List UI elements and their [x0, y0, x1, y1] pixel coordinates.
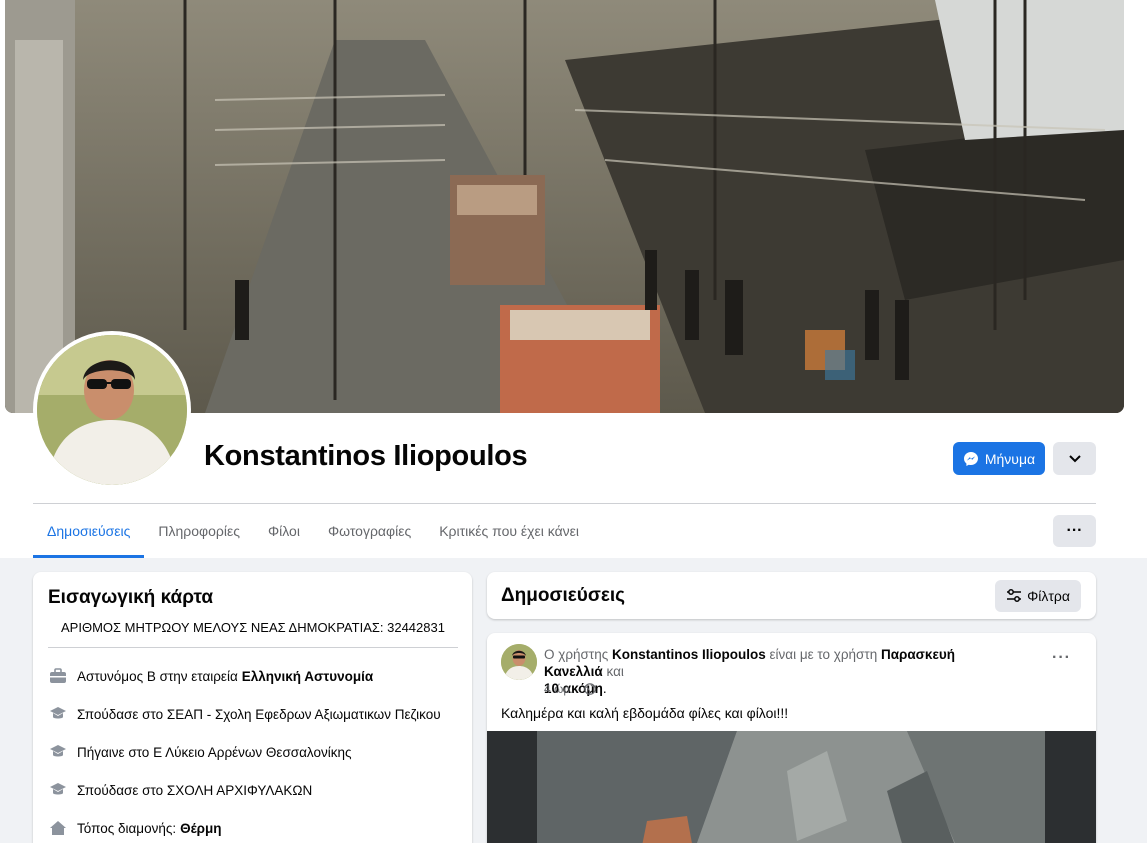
messenger-icon — [963, 451, 978, 466]
intro-title: Εισαγωγική κάρτα — [48, 587, 214, 608]
graduation-cap-icon — [48, 742, 68, 762]
tab-posts[interactable]: Δημοσιεύσεις — [33, 504, 145, 558]
intro-item-residence: Τόπος διαμονής: Θέρμη — [48, 818, 222, 838]
graduation-cap-icon — [48, 704, 68, 724]
intro-card: Εισαγωγική κάρτα ΑΡΙΘΜΟΣ ΜΗΤΡΩΟΥ ΜΕΛΟΥΣ … — [33, 572, 472, 843]
briefcase-icon — [48, 666, 68, 686]
intro-item-text: Σπούδασε στο ΣΧΟΛΗ ΑΡΧΙΦΥΛΑΚΩΝ — [77, 782, 313, 798]
post-body: Καλημέρα και καλή εβδομάδα φίλες και φίλ… — [501, 705, 789, 721]
tab-friends[interactable]: Φίλοι — [254, 504, 314, 558]
posts-title: Δημοσιεύσεις — [501, 585, 626, 606]
post-author-avatar[interactable] — [501, 644, 537, 680]
intro-item-text: Τόπος διαμονής: — [77, 820, 177, 836]
post-with-text: είναι με το χρήστη — [769, 647, 878, 662]
globe-icon — [584, 683, 596, 695]
posts-header: Δημοσιεύσεις Φίλτρα — [487, 572, 1096, 619]
message-button-label: Μήνυμα — [984, 450, 1036, 467]
tab-photos[interactable]: Φωτογραφίες — [314, 504, 425, 558]
profile-tabs: Δημοσιεύσεις Πληροφορίες Φίλοι Φωτογραφί… — [33, 504, 593, 558]
post-timestamp[interactable]: 4 ώρ. · — [544, 682, 581, 696]
post: Ο χρήστης Konstantinos Iliopoulos είναι … — [487, 633, 1096, 843]
intro-item-link[interactable]: Ελληνική Αστυνομία — [242, 669, 373, 684]
intro-item-text: Αστυνόμος Β στην εταιρεία — [77, 668, 238, 684]
filters-button[interactable]: Φίλτρα — [995, 580, 1081, 612]
message-button[interactable]: Μήνυμα — [953, 442, 1045, 475]
post-prefix: Ο χρήστης — [544, 647, 609, 662]
post-author-link[interactable]: Konstantinos Iliopoulos — [612, 647, 766, 662]
intro-item-link[interactable]: Θέρμη — [180, 821, 221, 836]
chevron-down-icon — [1068, 454, 1081, 462]
tab-about[interactable]: Πληροφορίες — [144, 504, 254, 558]
filter-sliders-icon — [1007, 589, 1022, 602]
intro-divider — [48, 647, 458, 648]
cover-photo[interactable] — [5, 0, 1124, 413]
post-and-text: και — [606, 664, 624, 679]
intro-item-work: Αστυνόμος Β στην εταιρεία Ελληνική Αστυν… — [48, 666, 373, 686]
filters-button-label: Φίλτρα — [1027, 588, 1070, 604]
intro-item-education: Σπούδασε στο ΣΧΟΛΗ ΑΡΧΙΦΥΛΑΚΩΝ — [48, 780, 312, 800]
intro-item-education: Πήγαινε στο Ε Λύκειο Αρρένων Θεσσαλονίκη… — [48, 742, 351, 762]
avatar — [37, 335, 187, 485]
home-icon — [48, 818, 68, 838]
profile-header: Konstantinos Iliopoulos Μήνυμα Δημοσιεύσ… — [0, 0, 1147, 558]
post-options-button[interactable]: ··· — [1052, 649, 1071, 667]
profile-avatar[interactable] — [33, 331, 191, 489]
tabs-more-button[interactable]: ··· — [1053, 515, 1096, 547]
intro-item-education: Σπούδασε στο ΣΕΑΠ - Σχολη Εφεδρων Αξιωμα… — [48, 704, 441, 724]
intro-item-text: Σπούδασε στο ΣΕΑΠ - Σχολη Εφεδρων Αξιωμα… — [77, 706, 441, 722]
intro-item-text: Πήγαινε στο Ε Λύκειο Αρρένων Θεσσαλονίκη… — [77, 744, 352, 760]
post-image[interactable] — [487, 731, 1096, 843]
post-meta: 4 ώρ. · — [544, 682, 596, 696]
post-header-text: Ο χρήστης Konstantinos Iliopoulos είναι … — [544, 647, 955, 696]
tab-reviews[interactable]: Κριτικές που έχει κάνει — [425, 504, 593, 558]
profile-name: Konstantinos Iliopoulos — [204, 440, 528, 472]
profile-options-button[interactable] — [1053, 442, 1096, 475]
graduation-cap-icon — [48, 780, 68, 800]
intro-bio: ΑΡΙΘΜΟΣ ΜΗΤΡΩΟΥ ΜΕΛΟΥΣ ΝΕΑΣ ΔΗΜΟΚΡΑΤΙΑΣ:… — [61, 620, 445, 635]
